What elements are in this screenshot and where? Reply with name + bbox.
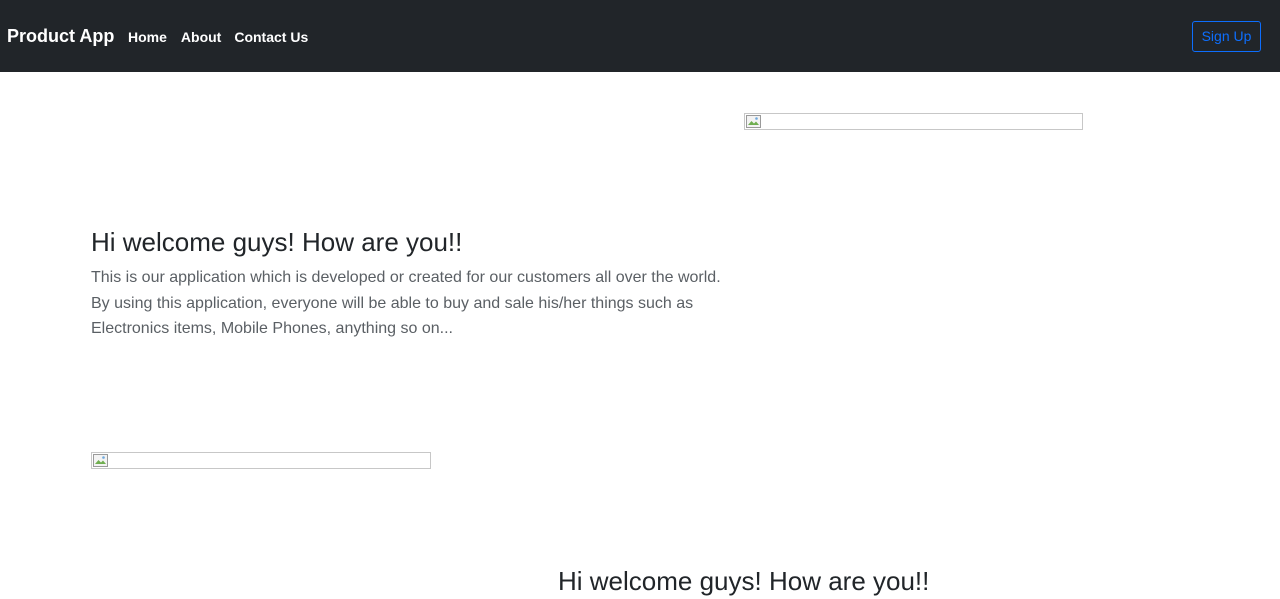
section-image bbox=[91, 452, 431, 469]
hero-description: This is our application which is develop… bbox=[91, 269, 721, 337]
nav-link-home[interactable]: Home bbox=[128, 28, 167, 46]
nav-links: Home About Contact Us bbox=[128, 28, 308, 46]
section-headline: Hi welcome guys! How are you!! bbox=[558, 566, 930, 596]
nav-link-about[interactable]: About bbox=[181, 28, 221, 46]
hero-image bbox=[744, 113, 1083, 130]
top-navbar: Product App Home About Contact Us Sign U… bbox=[0, 0, 1280, 72]
brand-logo[interactable]: Product App bbox=[7, 24, 114, 48]
nav-link-contact-us[interactable]: Contact Us bbox=[234, 28, 308, 46]
sign-up-button[interactable]: Sign Up bbox=[1192, 21, 1261, 52]
broken-image-icon bbox=[746, 115, 761, 128]
hero-headline: Hi welcome guys! How are you!! bbox=[91, 227, 463, 257]
broken-image-icon bbox=[93, 454, 108, 467]
